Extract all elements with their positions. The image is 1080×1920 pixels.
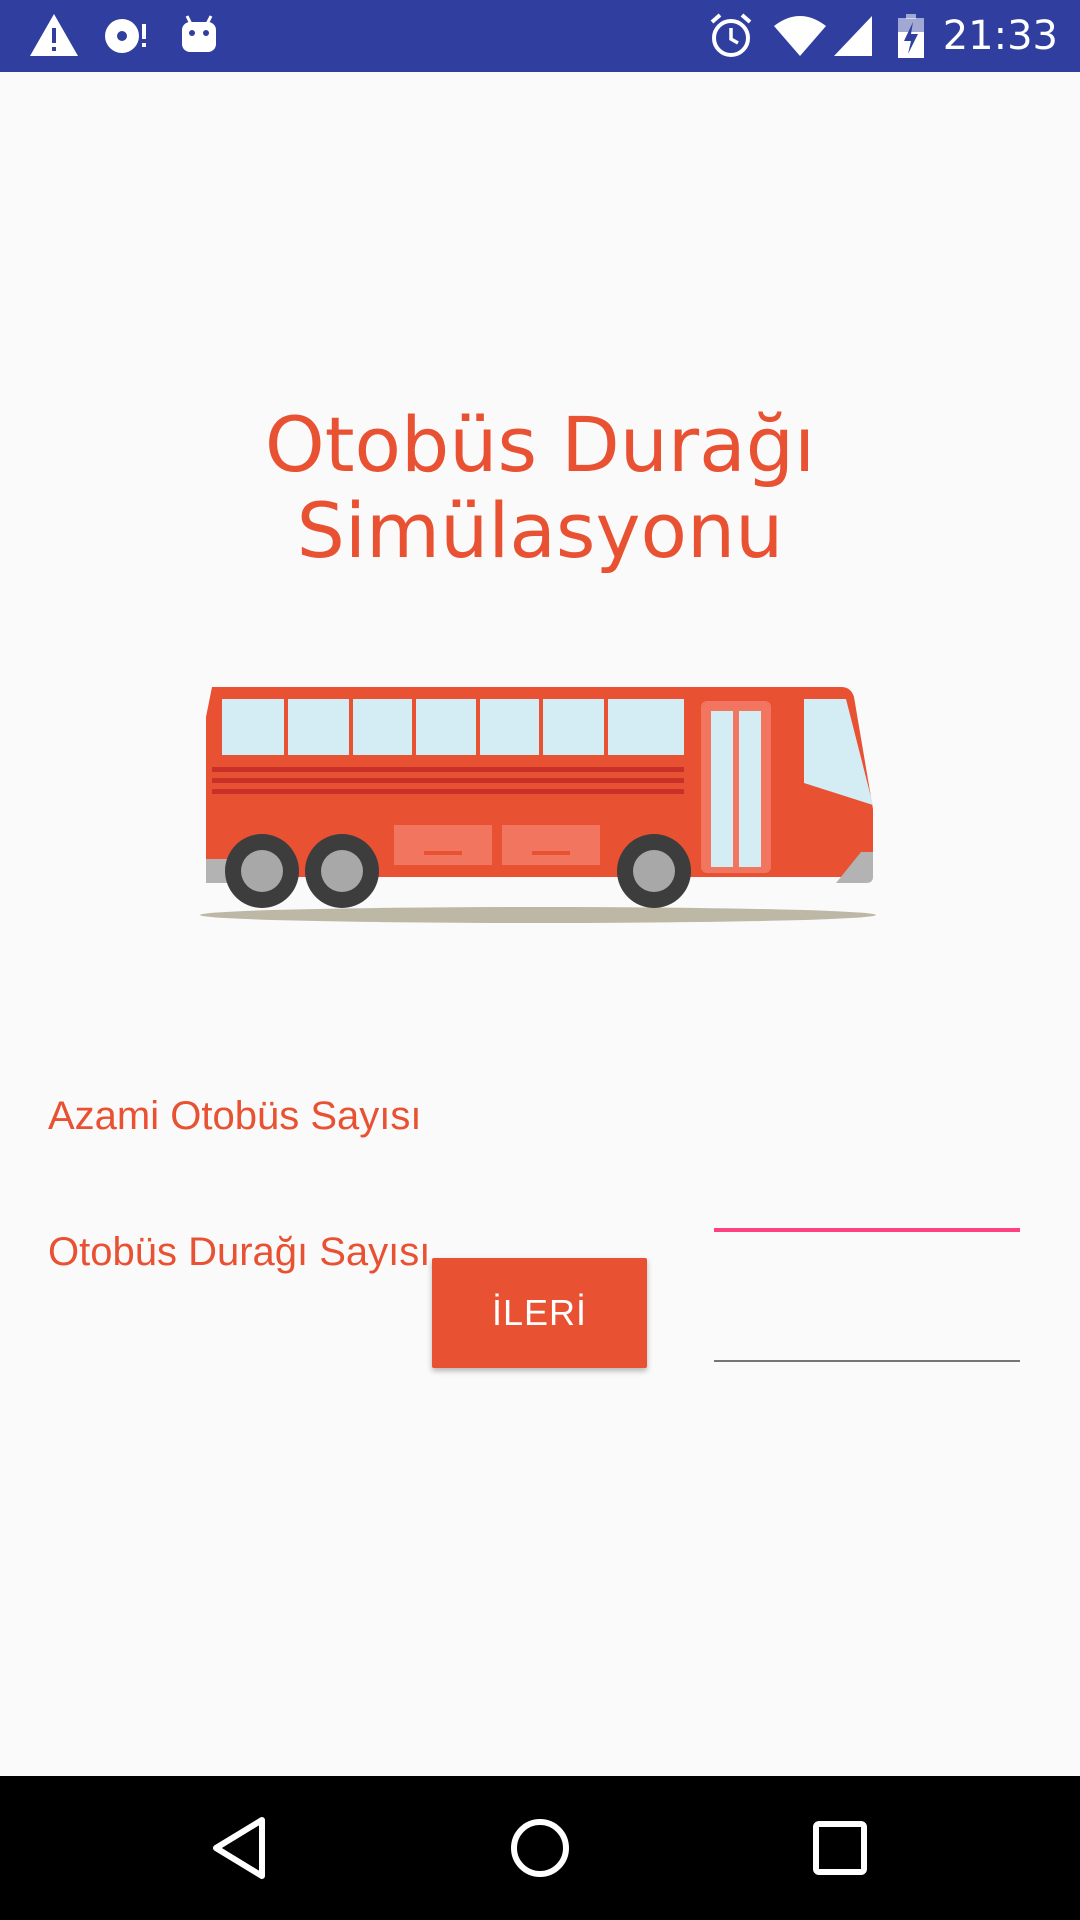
page-title-line-2: Simülasyonu bbox=[296, 486, 784, 575]
clock: 21:33 bbox=[942, 13, 1058, 59]
page-title-line-1: Otobüs Durağı bbox=[264, 400, 816, 489]
home-icon[interactable] bbox=[502, 1810, 578, 1886]
navigation-bar bbox=[0, 1776, 1080, 1920]
page-title: Otobüs Durağı Simülasyonu bbox=[0, 402, 1080, 574]
main-content: Otobüs Durağı Simülasyonu Azami Otobüs S… bbox=[0, 72, 1080, 1776]
next-button[interactable]: İLERİ bbox=[432, 1258, 647, 1368]
recents-icon[interactable] bbox=[802, 1810, 878, 1886]
back-icon[interactable] bbox=[202, 1810, 278, 1886]
android-debug-icon bbox=[182, 15, 216, 52]
bus-illustration bbox=[200, 687, 876, 923]
warning-icon bbox=[30, 14, 78, 56]
alarm-icon bbox=[710, 13, 752, 57]
status-bar: 21:33 bbox=[0, 0, 1080, 72]
bus-stop-count-input[interactable] bbox=[714, 1300, 1020, 1362]
signal-icon bbox=[834, 16, 872, 56]
wifi-icon bbox=[774, 16, 826, 56]
battery-charging-icon bbox=[898, 14, 924, 58]
max-bus-count-input[interactable] bbox=[714, 1168, 1020, 1232]
max-bus-count-label: Azami Otobüs Sayısı bbox=[48, 1094, 422, 1138]
bus-stop-count-label: Otobüs Durağı Sayısı bbox=[48, 1230, 431, 1274]
cd-sync-icon bbox=[105, 19, 146, 53]
